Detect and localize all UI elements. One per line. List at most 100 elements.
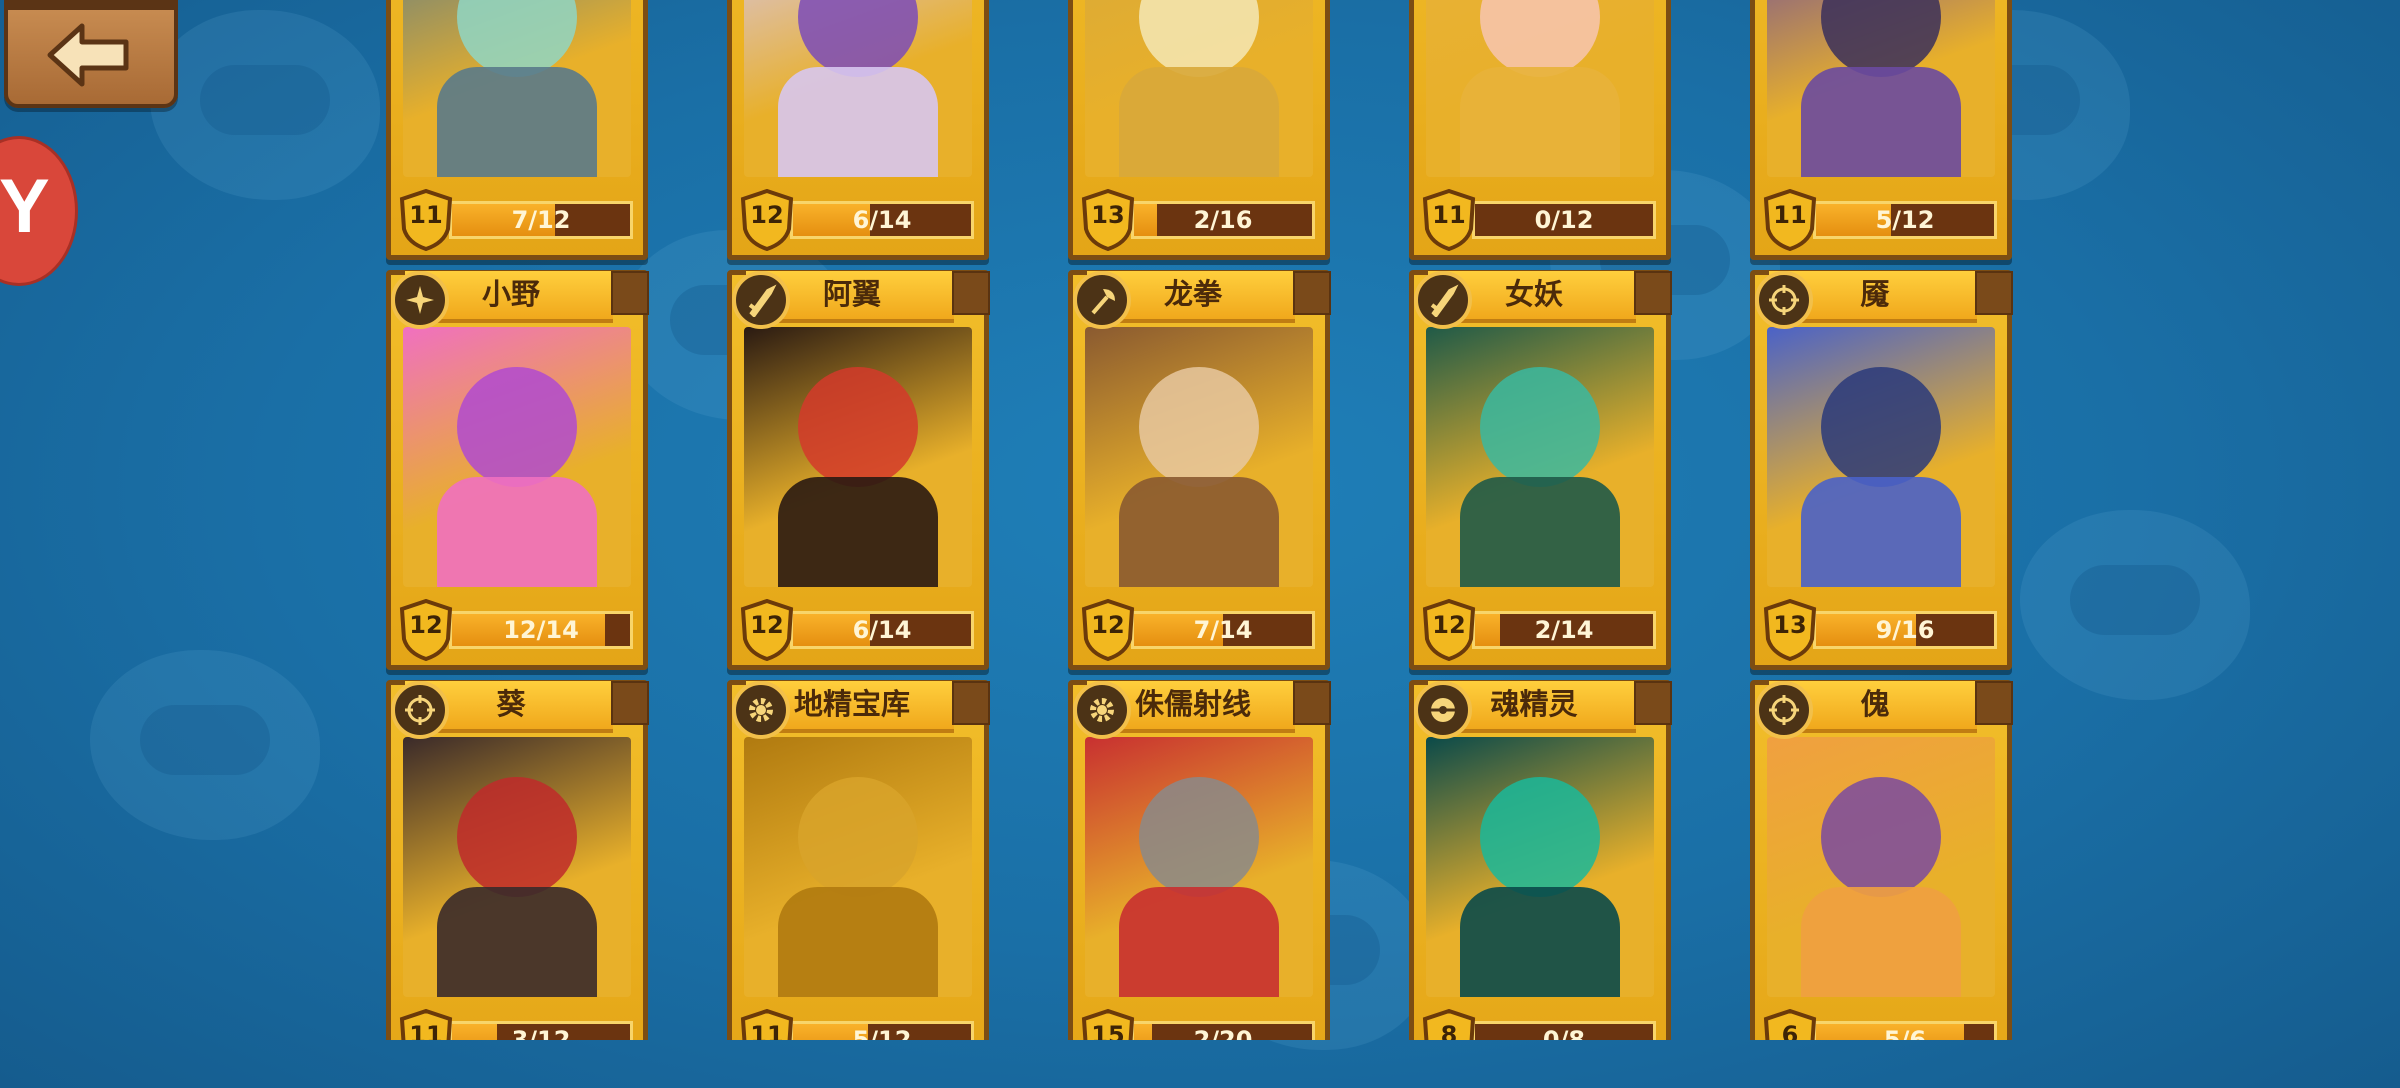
hero-level: 12 bbox=[409, 611, 443, 639]
card-progress: 2/20 bbox=[1131, 1021, 1315, 1040]
gear-icon bbox=[1073, 681, 1131, 739]
hero-level: 12 bbox=[750, 611, 784, 639]
hero-level: 12 bbox=[1091, 611, 1125, 639]
card-progress: 0/8 bbox=[1472, 1021, 1656, 1040]
level-progress-bar: 0/8 8 bbox=[1422, 1009, 1660, 1040]
hero-card[interactable]: 傀 5/6 6 bbox=[1750, 680, 2013, 1040]
hero-card[interactable]: 6/14 12 bbox=[727, 0, 989, 260]
hero-portrait bbox=[403, 0, 631, 177]
level-progress-bar: 5/12 11 bbox=[1763, 189, 2001, 251]
hero-level: 13 bbox=[1773, 611, 1807, 639]
hero-portrait bbox=[744, 327, 972, 587]
hero-portrait bbox=[1767, 0, 1995, 177]
hero-portrait bbox=[1767, 327, 1995, 587]
level-progress-bar: 9/16 13 bbox=[1763, 599, 2001, 661]
card-progress-text: 5/12 bbox=[1875, 206, 1935, 234]
card-progress: 0/12 bbox=[1472, 201, 1656, 239]
card-progress-text: 0/12 bbox=[1534, 206, 1594, 234]
sword-icon bbox=[732, 271, 790, 329]
back-arrow-icon bbox=[47, 23, 129, 87]
card-progress-text: 5/12 bbox=[852, 1026, 912, 1040]
hero-portrait bbox=[744, 737, 972, 997]
hero-portrait bbox=[1426, 737, 1654, 997]
target-icon bbox=[391, 681, 449, 739]
card-progress: 3/12 bbox=[449, 1021, 633, 1040]
level-progress-bar: 7/14 12 bbox=[1081, 599, 1319, 661]
card-progress-text: 2/14 bbox=[1534, 616, 1594, 644]
hero-card[interactable]: 0/12 11 bbox=[1409, 0, 1671, 260]
card-progress-text: 2/16 bbox=[1193, 206, 1253, 234]
hero-card[interactable]: 5/12 11 bbox=[1750, 0, 2012, 260]
hero-level: 11 bbox=[1773, 201, 1807, 229]
hero-level: 13 bbox=[1091, 201, 1125, 229]
card-progress-text: 9/16 bbox=[1875, 616, 1935, 644]
target-icon bbox=[1755, 681, 1813, 739]
card-progress: 5/12 bbox=[790, 1021, 974, 1040]
card-progress: 6/14 bbox=[790, 201, 974, 239]
hero-level: 12 bbox=[1432, 611, 1466, 639]
card-progress-text: 2/20 bbox=[1193, 1026, 1253, 1040]
card-progress: 7/12 bbox=[449, 201, 633, 239]
level-progress-bar: 0/12 11 bbox=[1422, 189, 1660, 251]
level-progress-bar: 5/6 6 bbox=[1763, 1009, 2001, 1040]
hero-level: 11 bbox=[750, 1021, 784, 1040]
card-progress: 9/16 bbox=[1813, 611, 1997, 649]
card-progress-text: 3/12 bbox=[511, 1026, 571, 1040]
level-progress-bar: 2/14 12 bbox=[1422, 599, 1660, 661]
card-progress-text: 7/12 bbox=[511, 206, 571, 234]
hero-level: 11 bbox=[409, 201, 443, 229]
card-progress: 6/14 bbox=[790, 611, 974, 649]
sparkle-icon bbox=[391, 271, 449, 329]
hero-level: 6 bbox=[1781, 1021, 1799, 1040]
side-badge-text: Y bbox=[0, 164, 50, 249]
hero-level: 11 bbox=[1432, 201, 1466, 229]
target-icon bbox=[1755, 271, 1813, 329]
level-progress-bar: 12/14 12 bbox=[399, 599, 637, 661]
hero-portrait bbox=[744, 0, 972, 177]
card-progress: 12/14 bbox=[449, 611, 633, 649]
hero-card[interactable]: 地精宝库 5/12 11 bbox=[727, 680, 990, 1040]
back-button[interactable] bbox=[4, 0, 178, 108]
hero-card[interactable]: 女妖 2/14 12 bbox=[1409, 270, 1672, 670]
gear-icon bbox=[732, 681, 790, 739]
hero-card[interactable]: 魂精灵 0/8 8 bbox=[1409, 680, 1672, 1040]
hero-level: 8 bbox=[1440, 1021, 1458, 1040]
sword-icon bbox=[1414, 271, 1472, 329]
hero-card[interactable]: 葵 3/12 11 bbox=[386, 680, 649, 1040]
hero-portrait bbox=[1426, 327, 1654, 587]
hero-level: 11 bbox=[409, 1021, 443, 1040]
hero-card[interactable]: 2/16 13 bbox=[1068, 0, 1330, 260]
hero-card-grid: 7/12 11 6/14 12 2/16 13 0/12 11 5/12 11 小野 12/14 12 阿… bbox=[0, 0, 2400, 1040]
level-progress-bar: 6/14 12 bbox=[740, 599, 978, 661]
hero-portrait bbox=[1767, 737, 1995, 997]
axe-icon bbox=[1073, 271, 1131, 329]
hero-card[interactable]: 龙拳 7/14 12 bbox=[1068, 270, 1331, 670]
hero-card[interactable]: 阿翼 6/14 12 bbox=[727, 270, 990, 670]
card-progress: 7/14 bbox=[1131, 611, 1315, 649]
orb-icon bbox=[1414, 681, 1472, 739]
hero-level: 12 bbox=[750, 201, 784, 229]
hero-card[interactable]: 魇 9/16 13 bbox=[1750, 270, 2013, 670]
card-progress-text: 5/6 bbox=[1883, 1026, 1927, 1040]
hero-level: 15 bbox=[1091, 1021, 1125, 1040]
card-progress: 5/12 bbox=[1813, 201, 1997, 239]
level-progress-bar: 2/16 13 bbox=[1081, 189, 1319, 251]
hero-portrait bbox=[403, 737, 631, 997]
hero-card[interactable]: 侏儒射线 2/20 15 bbox=[1068, 680, 1331, 1040]
card-progress: 2/14 bbox=[1472, 611, 1656, 649]
hero-portrait bbox=[1085, 327, 1313, 587]
card-progress-text: 6/14 bbox=[852, 616, 912, 644]
hero-portrait bbox=[1426, 0, 1654, 177]
hero-card[interactable]: 7/12 11 bbox=[386, 0, 648, 260]
hero-portrait bbox=[1085, 737, 1313, 997]
level-progress-bar: 7/12 11 bbox=[399, 189, 637, 251]
card-progress: 2/16 bbox=[1131, 201, 1315, 239]
card-progress-text: 6/14 bbox=[852, 206, 912, 234]
card-progress: 5/6 bbox=[1813, 1021, 1997, 1040]
hero-card[interactable]: 小野 12/14 12 bbox=[386, 270, 649, 670]
level-progress-bar: 5/12 11 bbox=[740, 1009, 978, 1040]
hero-portrait bbox=[1085, 0, 1313, 177]
level-progress-bar: 2/20 15 bbox=[1081, 1009, 1319, 1040]
level-progress-bar: 3/12 11 bbox=[399, 1009, 637, 1040]
card-progress-text: 0/8 bbox=[1542, 1026, 1586, 1040]
